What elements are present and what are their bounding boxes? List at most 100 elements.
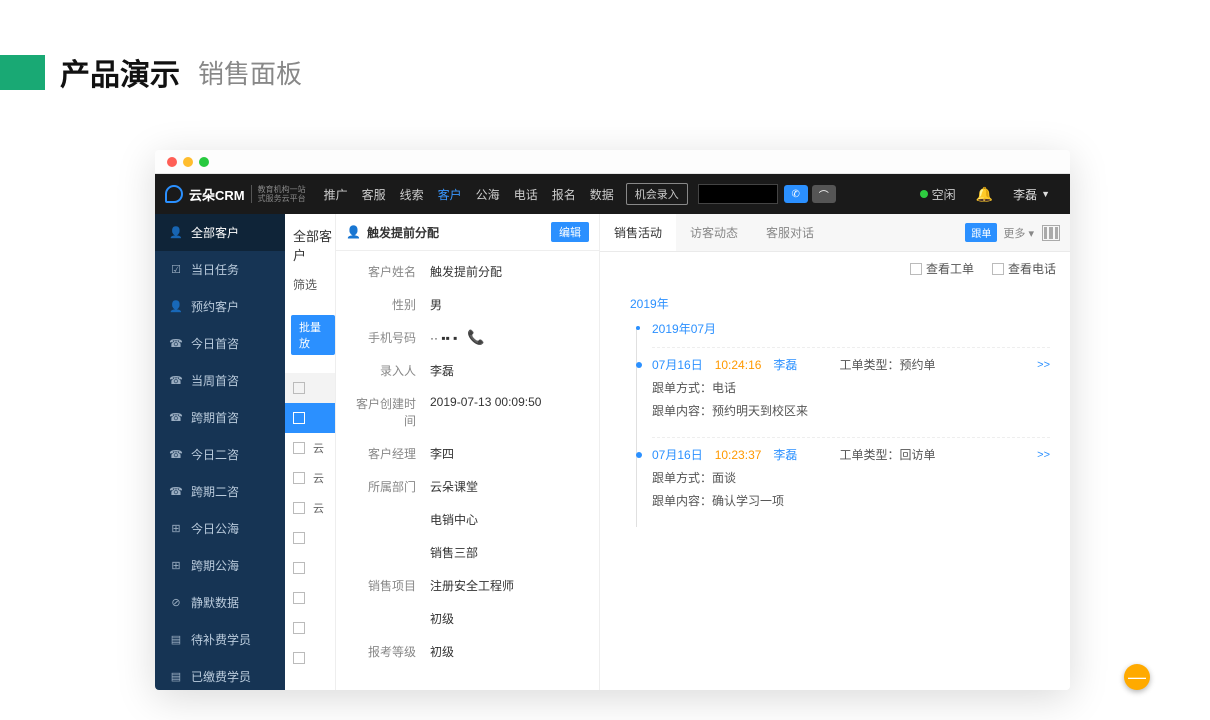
opportunity-entry-button[interactable]: 机会录入 (626, 183, 688, 205)
entry-type: 工单类型：回访单 (839, 446, 935, 463)
sidebar-item-label: 已缴费学员 (191, 668, 251, 685)
sidebar-item-当周首咨[interactable]: ☎当周首咨 (155, 362, 285, 399)
nav-items: 推广客服线索客户公海电话报名数据 (324, 186, 614, 203)
chevron-down-icon: ▼ (1041, 189, 1050, 199)
detail-row: 初级 (346, 602, 589, 635)
user-menu[interactable]: 李磊 ▼ (1013, 186, 1050, 203)
detail-label: 客户经理 (346, 445, 416, 462)
entry-user: 李磊 (773, 356, 797, 373)
minimize-icon[interactable] (183, 157, 193, 167)
detail-row: 报考等级初级 (346, 635, 589, 668)
bulk-release-button[interactable]: 批量放 (291, 315, 335, 355)
sidebar-item-跨期公海[interactable]: ⊞跨期公海 (155, 547, 285, 584)
entry-date: 07月16日 (652, 446, 703, 463)
expand-arrow-icon[interactable]: >> (1037, 449, 1050, 461)
checkbox[interactable] (910, 263, 922, 275)
filter-查看工单[interactable]: 查看工单 (910, 260, 974, 277)
slide-title-bar: 产品演示 销售面板 (0, 0, 1210, 94)
sidebar-item-今日首咨[interactable]: ☎今日首咨 (155, 325, 285, 362)
row-checkbox[interactable] (293, 652, 305, 664)
detail-row: 电销中心 (346, 503, 589, 536)
detail-label: 手机号码 (346, 329, 416, 346)
table-row[interactable] (285, 553, 335, 583)
table-row[interactable] (285, 583, 335, 613)
sidebar-item-全部客户[interactable]: 👤全部客户 (155, 214, 285, 251)
sidebar-item-预约客户[interactable]: 👤预约客户 (155, 288, 285, 325)
detail-value: 注册安全工程师 (430, 577, 589, 594)
detail-label: 客户姓名 (346, 263, 416, 280)
edit-button[interactable]: 编辑 (551, 222, 589, 242)
brand-sub1: 教育机构一站 (258, 185, 306, 194)
sidebar-item-静默数据[interactable]: ⊘静默数据 (155, 584, 285, 621)
tab-客服对话[interactable]: 客服对话 (752, 214, 828, 251)
sidebar-item-今日二咨[interactable]: ☎今日二咨 (155, 436, 285, 473)
maximize-icon[interactable] (199, 157, 209, 167)
app-window: 云朵CRM 教育机构一站 式服务云平台 推广客服线索客户公海电话报名数据 机会录… (155, 150, 1070, 690)
search-input[interactable] (698, 184, 778, 204)
nav-数据[interactable]: 数据 (590, 186, 614, 203)
detail-row: 所属部门云朵课堂 (346, 470, 589, 503)
row-checkbox[interactable] (293, 442, 305, 454)
logo[interactable]: 云朵CRM 教育机构一站 式服务云平台 (165, 185, 306, 204)
detail-label (346, 511, 416, 528)
nav-线索[interactable]: 线索 (400, 186, 424, 203)
row-checkbox[interactable] (293, 472, 305, 484)
nav-客户[interactable]: 客户 (438, 186, 462, 203)
select-all-checkbox[interactable] (293, 382, 305, 394)
nav-客服[interactable]: 客服 (362, 186, 386, 203)
dial-button[interactable]: ✆ (784, 185, 808, 203)
detail-body: 客户姓名触发提前分配性别男手机号码·· ▪▪ ▪📞录入人李磊客户创建时间2019… (336, 251, 599, 678)
table-row[interactable] (285, 403, 335, 433)
row-text: 云 (313, 440, 324, 456)
sidebar-item-今日公海[interactable]: ⊞今日公海 (155, 510, 285, 547)
row-checkbox[interactable] (293, 502, 305, 514)
row-checkbox[interactable] (293, 592, 305, 604)
entry-time: 10:24:16 (715, 358, 762, 372)
slide-title: 产品演示 (60, 50, 180, 94)
row-checkbox[interactable] (293, 562, 305, 574)
followup-badge[interactable]: 跟单 (965, 223, 997, 242)
nav-报名[interactable]: 报名 (552, 186, 576, 203)
notifications-icon[interactable]: 🔔 (976, 186, 993, 203)
sidebar-item-已缴费学员[interactable]: ▤已缴费学员 (155, 658, 285, 690)
table-row[interactable] (285, 613, 335, 643)
row-checkbox[interactable] (293, 622, 305, 634)
row-checkbox[interactable] (293, 412, 305, 424)
hangup-button[interactable]: ⌒ (812, 185, 836, 203)
sidebar-item-当日任务[interactable]: ☑当日任务 (155, 251, 285, 288)
sidebar-icon: ☎ (169, 337, 183, 350)
nav-公海[interactable]: 公海 (476, 186, 500, 203)
filter-查看电话[interactable]: 查看电话 (992, 260, 1056, 277)
sidebar-item-跨期首咨[interactable]: ☎跨期首咨 (155, 399, 285, 436)
row-text: 云 (313, 470, 324, 486)
tab-访客动态[interactable]: 访客动态 (676, 214, 752, 251)
table-row[interactable] (285, 643, 335, 673)
expand-arrow-icon[interactable]: >> (1037, 359, 1050, 371)
floating-action-button[interactable]: — (1124, 664, 1150, 690)
close-icon[interactable] (167, 157, 177, 167)
agent-status[interactable]: 空闲 (920, 186, 956, 203)
nav-电话[interactable]: 电话 (514, 186, 538, 203)
tab-销售活动[interactable]: 销售活动 (600, 214, 676, 251)
table-row[interactable]: 云 (285, 463, 335, 493)
table-row[interactable] (285, 523, 335, 553)
timeline-line (636, 327, 637, 527)
entry-user: 李磊 (773, 446, 797, 463)
table-row[interactable]: 云 (285, 433, 335, 463)
sidebar-item-label: 跨期二咨 (191, 483, 239, 500)
sidebar-item-label: 跨期公海 (191, 557, 239, 574)
sidebar-item-待补费学员[interactable]: ▤待补费学员 (155, 621, 285, 658)
detail-title: 触发提前分配 (367, 224, 439, 241)
row-checkbox[interactable] (293, 532, 305, 544)
detail-label: 报考等级 (346, 643, 416, 660)
phone-icon[interactable]: 📞 (467, 329, 484, 345)
brand-sub: 教育机构一站 式服务云平台 (251, 185, 306, 203)
user-name: 李磊 (1013, 186, 1037, 203)
checkbox[interactable] (992, 263, 1004, 275)
sidebar-item-跨期二咨[interactable]: ☎跨期二咨 (155, 473, 285, 510)
table-row[interactable]: 云 (285, 493, 335, 523)
nav-推广[interactable]: 推广 (324, 186, 348, 203)
detail-label: 录入人 (346, 362, 416, 379)
more-menu[interactable]: 更多 ▾ (1003, 225, 1034, 241)
layout-toggle-icon[interactable] (1042, 225, 1060, 241)
